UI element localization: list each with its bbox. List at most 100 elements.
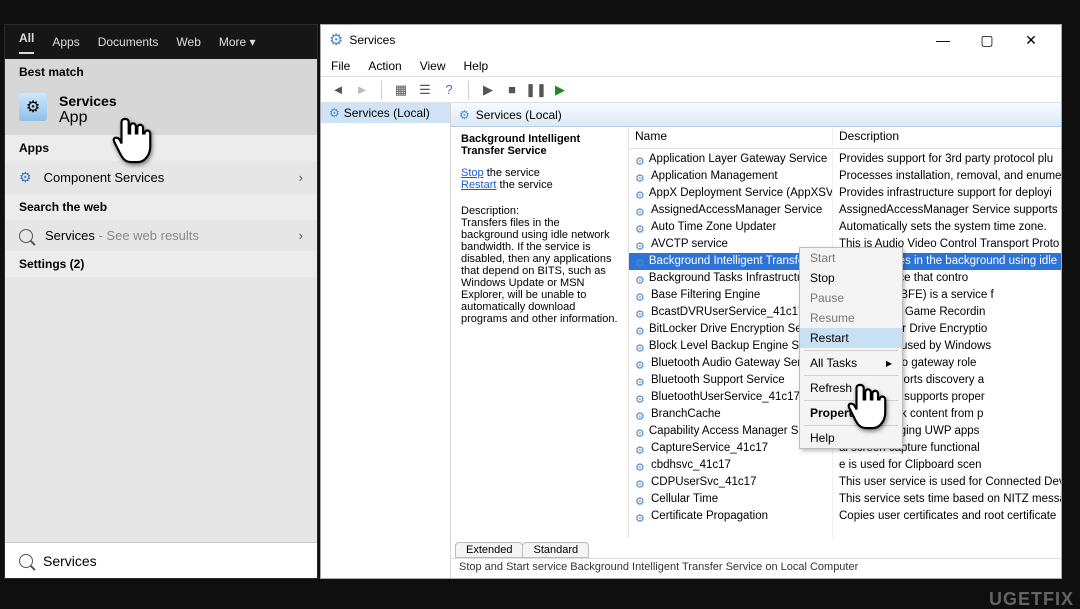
description-text: Transfers files in the background using … <box>461 217 618 325</box>
service-row[interactable]: ⚙Certificate Propagation <box>629 508 832 525</box>
services-list: Name ⚙Application Layer Gateway Service⚙… <box>629 127 1061 538</box>
column-name-header[interactable]: Name <box>629 127 832 149</box>
gear-icon: ⚙ <box>635 205 647 217</box>
apps-result-component-services[interactable]: ⚙ Component Services › <box>5 161 317 194</box>
gear-icon: ⚙ <box>635 324 645 336</box>
gear-icon: ⚙ <box>635 358 647 370</box>
minimize-button[interactable]: — <box>921 26 965 54</box>
search-filter-tabs: All Apps Documents Web More ▾ <box>5 25 317 59</box>
ctx-resume: Resume <box>800 308 902 328</box>
gear-icon: ⚙ <box>635 494 647 506</box>
service-row[interactable]: ⚙CDPUserSvc_41c17 <box>629 474 832 491</box>
apps-header: Apps <box>5 135 317 161</box>
gear-icon: ⚙ <box>459 108 470 122</box>
service-row-desc: e is used for Clipboard scen <box>833 457 1061 474</box>
ctx-all-tasks[interactable]: All Tasks▸ <box>800 353 902 373</box>
close-button[interactable]: ✕ <box>1009 26 1053 54</box>
service-row-desc: Provides infrastructure support for depl… <box>833 185 1061 202</box>
tab-more[interactable]: More ▾ <box>219 35 256 49</box>
service-row-desc: Automatically sets the system time zone. <box>833 219 1061 236</box>
tab-apps[interactable]: Apps <box>52 35 79 49</box>
titlebar: ⚙ Services — ▢ ✕ <box>321 25 1061 55</box>
gear-icon: ⚙ <box>19 169 32 186</box>
watermark: UGETFIX <box>989 590 1074 608</box>
gear-icon: ⚙ <box>635 443 647 455</box>
toolbar: ◄ ► ▦ ☰ ? ▶ ■ ❚❚ ▶ <box>321 77 1061 103</box>
maximize-button[interactable]: ▢ <box>965 26 1009 54</box>
web-result[interactable]: Services - See web results › <box>5 220 317 251</box>
ctx-start: Start <box>800 248 902 268</box>
gear-icon: ⚙ <box>635 426 645 438</box>
service-row[interactable]: ⚙Application Layer Gateway Service <box>629 151 832 168</box>
menu-view[interactable]: View <box>420 59 446 73</box>
service-row[interactable]: ⚙Application Management <box>629 168 832 185</box>
start-search-pane: All Apps Documents Web More ▾ Best match… <box>4 24 318 579</box>
pause-icon[interactable]: ❚❚ <box>527 81 545 99</box>
content-header-bar: ⚙ Services (Local) <box>451 103 1061 127</box>
gear-icon: ⚙ <box>635 273 645 285</box>
tab-all[interactable]: All <box>19 31 34 54</box>
selected-service-name: Background Intelligent Transfer Service <box>461 133 618 157</box>
chevron-right-icon: › <box>299 170 303 185</box>
tab-documents[interactable]: Documents <box>98 35 159 49</box>
menu-file[interactable]: File <box>331 59 350 73</box>
gear-icon: ⚙ <box>635 511 647 523</box>
grid-icon[interactable]: ▦ <box>392 81 410 99</box>
window-title: Services <box>349 33 921 47</box>
menu-action[interactable]: Action <box>368 59 401 73</box>
service-row-desc: This user service is used for Connected … <box>833 474 1061 491</box>
ctx-help[interactable]: Help <box>800 428 902 448</box>
restart-icon[interactable]: ▶ <box>551 81 569 99</box>
gear-icon: ⚙ <box>635 239 647 251</box>
gear-icon: ⚙ <box>635 477 647 489</box>
search-input-text: Services <box>43 553 97 569</box>
search-input-row[interactable]: Services <box>5 542 317 578</box>
restart-link[interactable]: Restart <box>461 179 496 191</box>
search-icon <box>19 229 33 243</box>
gear-icon: ⚙ <box>329 106 340 120</box>
service-row[interactable]: ⚙Cellular Time <box>629 491 832 508</box>
description-label: Description: <box>461 205 618 217</box>
services-window: ⚙ Services — ▢ ✕ File Action View Help ◄… <box>320 24 1062 579</box>
gear-icon: ⚙ <box>635 307 647 319</box>
ctx-refresh[interactable]: Refresh <box>800 378 902 398</box>
back-icon[interactable]: ◄ <box>329 81 347 99</box>
column-description-header[interactable]: Description <box>833 127 1061 149</box>
ctx-restart[interactable]: Restart <box>800 328 902 348</box>
service-row-desc: Processes installation, removal, and enu… <box>833 168 1061 185</box>
apps-result-label: Component Services <box>44 170 165 185</box>
gear-icon: ⚙ <box>635 188 645 200</box>
gear-icon: ⚙ <box>635 290 647 302</box>
menubar: File Action View Help <box>321 55 1061 77</box>
tab-web[interactable]: Web <box>176 35 200 49</box>
search-icon <box>19 554 33 568</box>
stop-link[interactable]: Stop <box>461 167 484 179</box>
gear-icon: ⚙ <box>635 460 647 472</box>
gear-icon: ⚙ <box>635 409 647 421</box>
tab-standard[interactable]: Standard <box>522 542 589 558</box>
gear-icon: ⚙ <box>635 222 647 234</box>
play-icon[interactable]: ▶ <box>479 81 497 99</box>
gear-icon: ⚙ <box>635 341 645 353</box>
ctx-stop[interactable]: Stop <box>800 268 902 288</box>
best-match-item[interactable]: ⚙ Services App <box>5 85 317 135</box>
best-match-subtitle: App <box>59 109 117 127</box>
forward-icon[interactable]: ► <box>353 81 371 99</box>
help-icon[interactable]: ? <box>440 81 458 99</box>
properties-icon[interactable]: ☰ <box>416 81 434 99</box>
gear-icon: ⚙ <box>635 256 645 268</box>
tree-node-services-local[interactable]: ⚙ Services (Local) <box>321 103 450 123</box>
tab-extended[interactable]: Extended <box>455 542 523 558</box>
ctx-properties[interactable]: Properties <box>800 403 902 423</box>
menu-help[interactable]: Help <box>464 59 489 73</box>
best-match-header: Best match <box>5 59 317 85</box>
gear-icon: ⚙ <box>635 171 647 183</box>
stop-icon[interactable]: ■ <box>503 81 521 99</box>
service-row-desc: Copies user certificates and root certif… <box>833 508 1061 525</box>
service-row[interactable]: ⚙AppX Deployment Service (AppXSVC) <box>629 185 832 202</box>
service-row-desc: This service sets time based on NITZ mes… <box>833 491 1061 508</box>
service-row[interactable]: ⚙cbdhsvc_41c17 <box>629 457 832 474</box>
chevron-right-icon: › <box>299 228 303 243</box>
service-row[interactable]: ⚙Auto Time Zone Updater <box>629 219 832 236</box>
service-row[interactable]: ⚙AssignedAccessManager Service <box>629 202 832 219</box>
